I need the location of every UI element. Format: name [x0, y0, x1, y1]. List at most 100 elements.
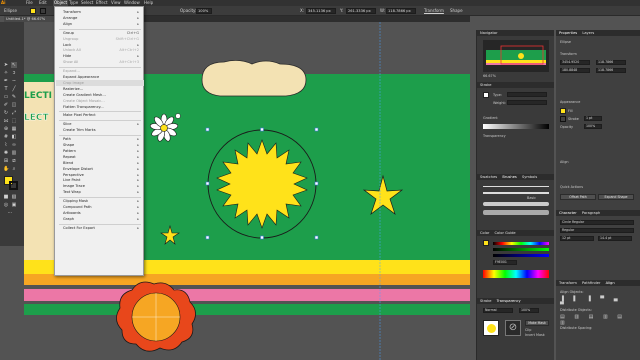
- pen-tool-icon[interactable]: ✒: [3, 78, 9, 84]
- object-menu-item-compound-path[interactable]: Compound Path ▸: [63, 205, 141, 210]
- stroke-header[interactable]: Stroke: [477, 82, 554, 88]
- distribute-buttons[interactable]: ▤ ▥ ▤ ▥ ▤ ▥: [560, 314, 634, 326]
- gradient-ramp[interactable]: [483, 124, 549, 129]
- shape-link[interactable]: Shape: [450, 8, 463, 14]
- tab-color-guide[interactable]: Color Guide: [495, 231, 516, 235]
- tab-align[interactable]: Align: [606, 281, 615, 285]
- rotate-tool-icon[interactable]: ↻: [3, 110, 9, 116]
- gradient-mode-icon[interactable]: ▧: [11, 194, 17, 200]
- make-mask-button[interactable]: Make Mask: [525, 320, 549, 326]
- object-menu-item-blend[interactable]: Blend ▸: [63, 161, 141, 166]
- color-slider-r[interactable]: [493, 242, 549, 245]
- gradient-tool-icon[interactable]: ◧: [11, 134, 17, 140]
- mesh-tool-icon[interactable]: #: [3, 134, 9, 140]
- width-tool-icon[interactable]: ⟗: [3, 118, 9, 124]
- perspective-grid-icon[interactable]: ▦: [11, 126, 17, 132]
- object-menu-item-collect-for-export[interactable]: Collect For Export ▸: [63, 226, 141, 231]
- object-menu-item-make-pixel-perfect[interactable]: Make Pixel Perfect: [63, 113, 141, 118]
- object-menu-item-lock[interactable]: Lock ▸: [63, 43, 141, 48]
- color-slider-g[interactable]: [493, 248, 549, 251]
- object-menu-item-create-object-mosaic[interactable]: Create Object Mosaic...: [63, 99, 141, 104]
- object-menu-item-group[interactable]: Group Ctrl+G: [63, 31, 141, 36]
- eraser-icon[interactable]: ◫: [11, 102, 17, 108]
- stroke-fill-icon[interactable]: [483, 92, 489, 98]
- eyedropper-icon[interactable]: ⌇: [3, 142, 9, 148]
- magic-wand-icon[interactable]: ✧: [3, 70, 9, 76]
- toolbox-stroke-swatch[interactable]: [9, 181, 18, 190]
- selection-tool-icon[interactable]: ➤: [3, 62, 9, 68]
- tab-symbols[interactable]: Symbols: [522, 175, 537, 179]
- tab-pathfinder[interactable]: Pathfinder: [582, 281, 600, 285]
- align-buttons[interactable]: ▐ ▌ ▐ ▀ ▄ ▀: [560, 296, 634, 308]
- object-menu-item-clipping-mask[interactable]: Clipping Mask ▸: [63, 199, 141, 204]
- brush-stroke-3[interactable]: [483, 202, 549, 206]
- prop-w-field[interactable]: 118.7866: [596, 60, 626, 65]
- object-menu-item-image-trace[interactable]: Image Trace ▸: [63, 184, 141, 189]
- prop-h-field[interactable]: 118.7866: [596, 68, 626, 73]
- font-style-field[interactable]: Regular: [560, 228, 634, 233]
- tab-layers[interactable]: Layers: [582, 31, 594, 35]
- object-menu-item-envelope-distort[interactable]: Envelope Distort ▸: [63, 167, 141, 172]
- tab-paragraph[interactable]: Paragraph: [582, 211, 600, 215]
- y-field[interactable]: 261.3336 px: [346, 8, 376, 14]
- stroke-weight-field[interactable]: [507, 100, 547, 105]
- artboard-tool-icon[interactable]: ⊞: [3, 158, 9, 164]
- object-menu-item-show-all[interactable]: Show All Alt+Ctrl+3: [63, 60, 141, 65]
- object-menu-item-unlock-all[interactable]: Unlock All Alt+Ctrl+2: [63, 48, 141, 53]
- paintbrush-icon[interactable]: ✎: [11, 94, 17, 100]
- type-tool-icon[interactable]: T: [3, 86, 9, 92]
- stroke-type-field[interactable]: [507, 92, 547, 97]
- blend-mode-field[interactable]: Normal: [483, 308, 513, 313]
- object-menu-item-expand-appearance[interactable]: Expand Appearance: [63, 75, 141, 80]
- color-fill-swatch[interactable]: [483, 240, 489, 246]
- object-menu-item-arrange[interactable]: Arrange ▸: [63, 16, 141, 21]
- object-menu-item-pattern[interactable]: Pattern ▸: [63, 149, 141, 154]
- transparency-thumb[interactable]: [483, 320, 499, 336]
- object-menu-item-graph[interactable]: Graph ▸: [63, 217, 141, 222]
- object-menu-item-transform[interactable]: Transform ▸: [63, 10, 141, 15]
- tab-color[interactable]: Color: [480, 231, 489, 235]
- object-menu-item-hide[interactable]: Hide ▸: [63, 54, 141, 59]
- tab-stroke[interactable]: Stroke: [480, 299, 491, 303]
- tab-transform[interactable]: Transform: [559, 281, 577, 285]
- zoom-tool-icon[interactable]: ⌕: [11, 166, 17, 172]
- lasso-icon[interactable]: ↄ: [11, 70, 17, 76]
- font-family-field[interactable]: Circle Regular: [560, 220, 634, 225]
- fill-swatch[interactable]: [30, 8, 36, 14]
- transparency-opacity-field[interactable]: 100%: [519, 308, 539, 313]
- prop-y-field[interactable]: 180.8848: [560, 68, 590, 73]
- object-menu-item-create-trim-marks[interactable]: Create Trim Marks: [63, 128, 141, 133]
- tab-swatches[interactable]: Swatches: [480, 175, 497, 179]
- hex-field[interactable]: F9E001: [493, 260, 517, 265]
- object-menu-item-path[interactable]: Path ▸: [63, 137, 141, 142]
- tab-properties[interactable]: Properties: [559, 31, 577, 35]
- screen-mode-icon[interactable]: ▣: [11, 202, 17, 208]
- navigator-header[interactable]: Navigator: [477, 30, 554, 36]
- hand-tool-icon[interactable]: ✋: [3, 166, 9, 172]
- prop-stroke-weight[interactable]: 1 pt: [584, 116, 602, 121]
- x-field[interactable]: 345.1136 px: [306, 8, 336, 14]
- scale-tool-icon[interactable]: ⤢: [11, 110, 17, 116]
- graph-tool-icon[interactable]: ▥: [11, 150, 17, 156]
- color-slider-b[interactable]: [493, 254, 549, 257]
- object-menu-item-live-paint[interactable]: Live Paint ▸: [63, 178, 141, 183]
- object-menu-item-rasterize[interactable]: Rasterize...: [63, 87, 141, 92]
- navigator-zoom[interactable]: 66.67%: [483, 74, 496, 78]
- shaper-tool-icon[interactable]: ✐: [3, 102, 9, 108]
- invert-mask-label[interactable]: Invert Mask: [525, 333, 545, 337]
- object-menu-item-crop-image[interactable]: Crop Image: [63, 81, 141, 86]
- clip-checkbox-label[interactable]: Clip: [525, 328, 531, 332]
- object-menu-item-text-wrap[interactable]: Text Wrap ▸: [63, 190, 141, 195]
- prop-fill-swatch[interactable]: [560, 108, 566, 114]
- expand-shape-button[interactable]: Expand Shape: [598, 194, 634, 200]
- object-menu-item-expand[interactable]: Expand...: [63, 69, 141, 74]
- edit-toolbar-icon[interactable]: ⋯: [7, 210, 13, 216]
- free-transform-icon[interactable]: ⬚: [11, 118, 17, 124]
- tab-brushes[interactable]: Brushes: [502, 175, 516, 179]
- transform-link[interactable]: Transform: [424, 8, 444, 14]
- navigator-preview[interactable]: [483, 40, 549, 72]
- font-size-field[interactable]: 12 pt: [560, 236, 594, 241]
- color-spectrum[interactable]: [483, 270, 549, 278]
- draw-mode-icon[interactable]: ◎: [3, 202, 9, 208]
- tab-transparency[interactable]: Transparency: [497, 299, 521, 303]
